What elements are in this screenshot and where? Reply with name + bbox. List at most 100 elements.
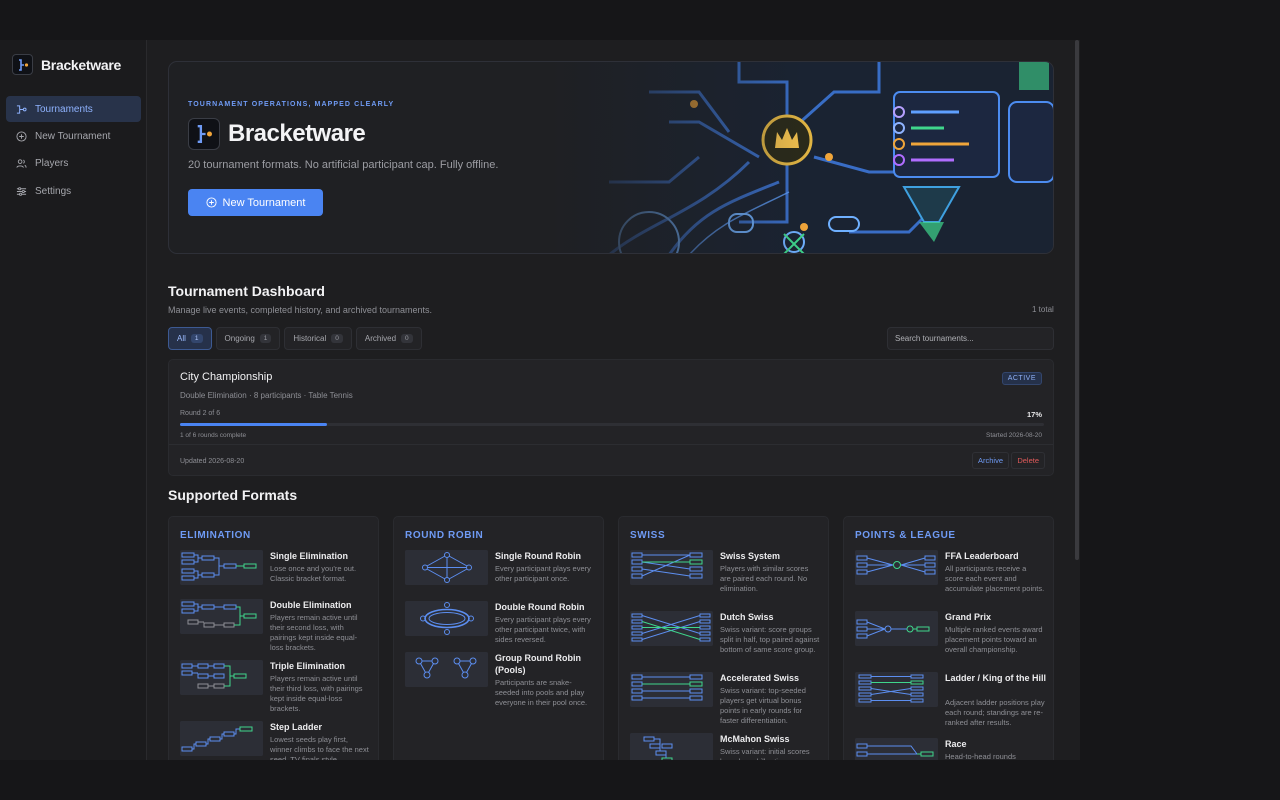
tournament-name: City Championship	[180, 371, 273, 383]
archive-button[interactable]: Archive	[971, 452, 1009, 469]
card-divider	[169, 444, 1053, 445]
rounds-complete: 1 of 6 rounds complete	[180, 432, 247, 439]
format-column-round-robin: ROUND ROBIN Single Round Robin Every par…	[393, 516, 604, 760]
format-name: Swiss System	[720, 551, 781, 561]
format-desc: Swiss variant: initial scores based on s…	[720, 747, 810, 760]
format-name: Race	[945, 739, 967, 749]
updated-date: Updated 2026-08-20	[180, 458, 245, 465]
format-desc: Participants are snake-seeded into pools…	[495, 678, 588, 707]
single-elimination-diagram	[180, 550, 263, 585]
sidebar-item-label: New Tournament	[35, 130, 111, 142]
progress-percent: 17%	[1026, 410, 1042, 419]
format-name: McMahon Swiss	[720, 734, 790, 744]
delete-button[interactable]: Delete	[1011, 452, 1045, 469]
search-input[interactable]: Search tournaments...	[887, 327, 1054, 350]
tab-archived[interactable]: Archived 0	[355, 327, 422, 350]
format-desc: Swiss variant: score groups split in hal…	[720, 625, 820, 654]
bracket-icon	[16, 104, 27, 114]
tab-count: 0	[401, 334, 413, 343]
ladder-diagram	[855, 672, 938, 707]
double-elimination-diagram	[180, 599, 263, 634]
window-bottom-bar	[0, 760, 1280, 800]
main-content: TOURNAMENT OPERATIONS, MAPPED CLEARLY Br…	[148, 40, 1074, 760]
sidebar-item-label: Settings	[35, 185, 72, 197]
format-desc: Head-to-head rounds	[945, 752, 1016, 760]
sidebar-item-settings[interactable]: Settings	[6, 178, 141, 204]
filter-tabs: All 1 Ongoing 1 Historical 0 Archived 0	[168, 327, 422, 350]
tournament-card[interactable]: City Championship Double Elimination · 8…	[168, 359, 1054, 476]
ffa-leaderboard-diagram	[855, 550, 938, 585]
format-name: Double Round Robin	[495, 602, 585, 612]
triple-elimination-diagram	[180, 660, 263, 695]
format-name: Group Round Robin (Pools)	[495, 653, 581, 675]
format-column-title: ROUND ROBIN	[405, 530, 484, 541]
tab-label: Archived	[364, 334, 397, 343]
dashboard-subtitle: Manage live events, completed history, a…	[168, 305, 432, 315]
format-name: Single Round Robin	[495, 551, 581, 561]
app-window: Bracketware Tournaments New Tournament P…	[0, 40, 1080, 760]
tab-count: 1	[190, 334, 203, 343]
tab-ongoing[interactable]: Ongoing 1	[215, 327, 281, 350]
bracket-logo-icon	[188, 118, 220, 150]
mcmahon-swiss-diagram	[630, 733, 713, 760]
format-desc: Players remain active until their second…	[270, 613, 358, 652]
accelerated-swiss-diagram	[630, 672, 713, 707]
format-desc: All participants receive a score each ev…	[945, 564, 1045, 593]
format-column-points-league: POINTS & LEAGUE FFA Leaderboard All part…	[843, 516, 1054, 760]
dashboard-title: Tournament Dashboard	[168, 283, 325, 299]
sidebar-item-players[interactable]: Players	[6, 151, 141, 177]
progress-bar	[180, 423, 1044, 426]
format-desc: Adjacent ladder positions play each roun…	[945, 698, 1045, 727]
tab-count: 1	[259, 334, 272, 343]
format-name: Single Elimination	[270, 551, 349, 561]
format-desc: Every participant plays every other part…	[495, 615, 591, 644]
format-desc: Players with similar scores are paired e…	[720, 564, 809, 593]
format-name: FFA Leaderboard	[945, 551, 1019, 561]
brand[interactable]: Bracketware	[12, 54, 121, 75]
double-round-robin-diagram	[405, 601, 488, 636]
tab-historical[interactable]: Historical 0	[284, 327, 352, 350]
race-diagram	[855, 738, 938, 760]
format-name: Ladder / King of the Hill	[945, 673, 1046, 683]
window-top-bar	[0, 0, 1280, 40]
format-column-title: ELIMINATION	[180, 530, 251, 541]
started-date: Started 2026-08-20	[985, 432, 1042, 439]
format-column-swiss: SWISS Swiss System Players with similar …	[618, 516, 829, 760]
format-desc: Swiss variant: top-seeded players get vi…	[720, 686, 806, 725]
progress-fill	[180, 423, 327, 426]
plus-circle-icon	[205, 197, 217, 208]
hero-banner: TOURNAMENT OPERATIONS, MAPPED CLEARLY Br…	[168, 61, 1054, 254]
sidebar-nav: Tournaments New Tournament Players Setti…	[6, 96, 141, 206]
tournament-sport: Table Tennis	[308, 391, 353, 400]
format-desc: Every participant plays every other part…	[495, 564, 591, 583]
dutch-swiss-diagram	[630, 611, 713, 646]
tournament-participants: 8 participants	[253, 391, 302, 400]
group-round-robin-diagram	[405, 652, 488, 687]
window-right-margin	[1080, 40, 1280, 760]
swiss-system-diagram	[630, 550, 713, 585]
format-name: Double Elimination	[270, 600, 352, 610]
main-scrollbar[interactable]	[1075, 40, 1079, 560]
sidebar-item-tournaments[interactable]: Tournaments	[6, 96, 141, 122]
bracket-logo-icon	[12, 54, 33, 75]
format-desc: Players remain active until their third …	[270, 674, 363, 713]
plus-circle-icon	[16, 131, 27, 142]
hero-title: Bracketware	[228, 120, 366, 147]
hero-fade	[549, 62, 809, 253]
new-tournament-button[interactable]: New Tournament	[188, 189, 323, 216]
total-count: 1 total	[1032, 305, 1054, 314]
tournament-meta: Double Elimination · 8 participants · Ta…	[180, 391, 353, 400]
round-label: Round 2 of 6	[180, 410, 221, 417]
sidebar-item-label: Tournaments	[35, 103, 93, 115]
format-desc: Lose once and you're out. Classic bracke…	[270, 564, 357, 583]
format-desc: Multiple ranked events award placement p…	[945, 625, 1043, 654]
tab-count: 0	[331, 334, 343, 343]
tournament-format: Double Elimination	[180, 391, 247, 400]
sidebar-item-new-tournament[interactable]: New Tournament	[6, 123, 141, 149]
tab-all[interactable]: All 1	[168, 327, 212, 350]
format-name: Accelerated Swiss	[720, 673, 800, 683]
format-desc: Lowest seeds play first, winner climbs t…	[270, 735, 369, 760]
format-name: Triple Elimination	[270, 661, 346, 671]
tab-label: Historical	[293, 334, 327, 343]
status-badge: ACTIVE	[1001, 372, 1042, 385]
